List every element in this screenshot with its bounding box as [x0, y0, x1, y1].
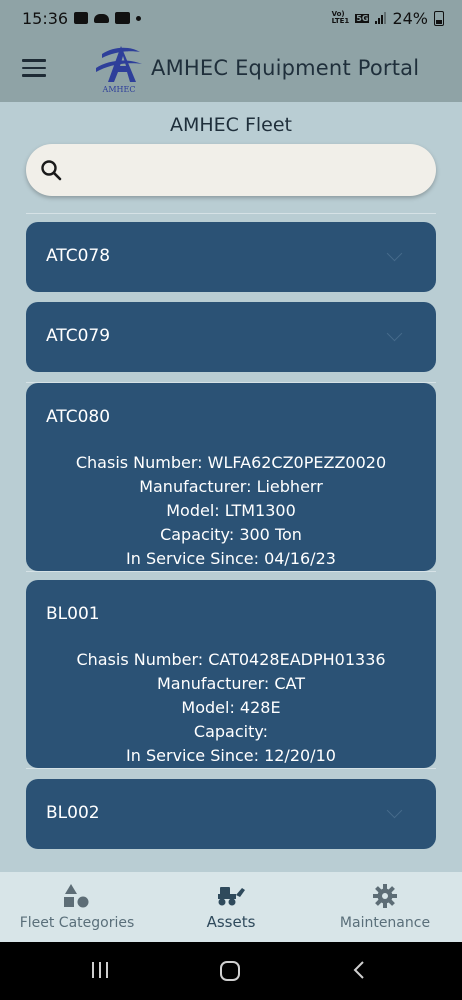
nav-assets[interactable]: Assets: [154, 872, 308, 942]
hamburger-icon-bar: [22, 74, 46, 77]
model: Model: 428E: [181, 698, 281, 717]
chevron-down-icon: [386, 245, 403, 262]
signal-icon: [375, 12, 387, 24]
search-bar[interactable]: [26, 144, 436, 196]
equipment-card-atc080[interactable]: ATC080 Chasis Number: WLFA62CZ0PEZZ0020 …: [26, 383, 436, 571]
equipment-card-bl002[interactable]: BL002: [26, 779, 436, 849]
notification-dot-icon: [136, 15, 142, 21]
svg-text:AMHEC: AMHEC: [102, 85, 136, 94]
nav-label: Maintenance: [339, 915, 431, 931]
gallery-icon: [74, 12, 89, 24]
capacity: Capacity: 300 Ton: [160, 525, 302, 544]
back-icon[interactable]: [352, 960, 366, 980]
nav-label: Fleet Categories: [19, 915, 135, 931]
equipment-id: ATC080: [46, 407, 111, 427]
system-navigation-bar: [0, 942, 462, 1000]
battery-percent: 24%: [392, 8, 428, 28]
model: Model: LTM1300: [166, 501, 296, 520]
bottom-navigation: Fleet Categories Assets Maintenance: [0, 872, 462, 942]
equipment-card-atc079[interactable]: ATC079: [26, 302, 436, 372]
page-title: AMHEC Fleet: [169, 114, 293, 136]
status-time: 15:36: [22, 8, 69, 28]
hamburger-icon: [22, 59, 46, 62]
equipment-card-bl001[interactable]: BL001 Chasis Number: CAT0428EADPH01336 M…: [26, 580, 436, 768]
equipment-id: BL002: [46, 803, 100, 823]
battery-icon: [434, 10, 444, 26]
hamburger-icon-bar: [22, 66, 46, 69]
capacity: Capacity:: [193, 722, 269, 741]
loader-vehicle-icon: [218, 887, 245, 906]
chevron-down-icon: [386, 325, 403, 342]
nav-maintenance[interactable]: Maintenance: [308, 872, 462, 942]
menu-button[interactable]: [22, 59, 46, 79]
in-service-since: In Service Since: 04/16/23: [126, 549, 336, 568]
equipment-details: Chasis Number: CAT0428EADPH01336 Manufac…: [26, 648, 436, 768]
amhec-logo: AMHEC: [96, 46, 142, 94]
equipment-card-atc078[interactable]: ATC078: [26, 222, 436, 292]
equipment-details: Chasis Number: WLFA62CZ0PEZZ0020 Manufac…: [26, 451, 436, 571]
shapes-icon: [64, 884, 89, 908]
nav-fleet-categories[interactable]: Fleet Categories: [0, 872, 154, 942]
volte-icon: Vo) LTE1: [331, 10, 350, 25]
equipment-id: ATC078: [46, 246, 111, 266]
in-service-since: In Service Since: 12/20/10: [126, 746, 336, 765]
recent-apps-icon[interactable]: [90, 960, 110, 980]
equipment-id: ATC079: [46, 326, 111, 346]
chasis-number: Chasis Number: CAT0428EADPH01336: [76, 650, 386, 669]
chevron-down-icon: [386, 802, 403, 819]
chasis-number: Chasis Number: WLFA62CZ0PEZZ0020: [75, 453, 387, 472]
cast-icon: [115, 12, 131, 24]
equipment-id: BL001: [46, 604, 100, 624]
home-icon[interactable]: [219, 960, 241, 982]
app-title: AMHEC Equipment Portal: [151, 56, 420, 80]
manufacturer: Manufacturer: Liebherr: [139, 477, 323, 496]
status-bar: 15:36 Vo) LTE1 5G 24%: [0, 0, 462, 36]
app-header: AMHEC AMHEC Equipment Portal: [0, 36, 462, 102]
search-icon[interactable]: [40, 159, 62, 181]
equipment-list: ATC078 ATC079 ATC080 Chasis Number: WLFA…: [0, 213, 462, 849]
search-input[interactable]: [78, 150, 422, 192]
manufacturer: Manufacturer: CAT: [156, 674, 306, 693]
gear-icon: [373, 884, 397, 908]
network-type: 5G: [355, 13, 370, 23]
cloud-icon: [94, 13, 110, 23]
nav-label: Assets: [206, 913, 256, 931]
